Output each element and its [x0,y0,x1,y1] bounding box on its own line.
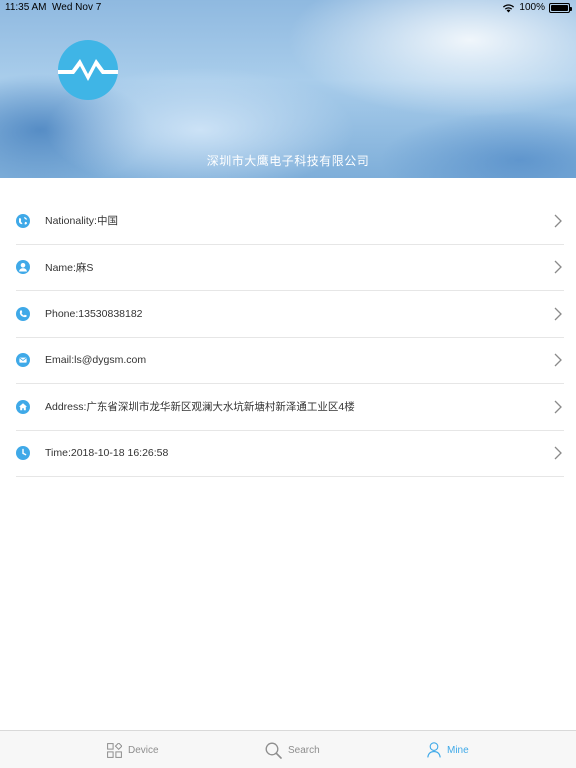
chevron-right-icon [554,446,562,460]
search-icon [265,742,282,759]
company-logo [58,40,118,100]
tab-bar: Device Search Mine [0,730,576,768]
name-label: Name:麻S [45,261,94,274]
list-item-name[interactable]: Name:麻S [16,245,564,291]
tab-mine-label: Mine [447,744,469,756]
wifi-icon [503,3,515,12]
chevron-right-icon [554,307,562,321]
address-label: Address:广东省深圳市龙华新区观澜大水坑新塘村新泽通工业区4楼 [45,401,355,414]
globe-icon [16,213,30,228]
chevron-right-icon [554,260,562,274]
status-bar: 11:35 AM Wed Nov 7 100% [0,0,576,16]
company-name: 深圳市大鹰电子科技有限公司 [206,154,370,168]
screen: 11:35 AM Wed Nov 7 100% 深圳市大鹰电子科技有限公司 Na… [0,0,576,768]
clock-icon [16,446,30,461]
battery-icon [549,2,572,13]
home-icon [16,399,30,414]
profile-header: 11:35 AM Wed Nov 7 100% 深圳市大鹰电子科技有限公司 [0,0,576,178]
email-label: Email:ls@dygsm.com [45,354,147,367]
tab-search-label: Search [288,744,320,756]
list-item-phone[interactable]: Phone:13530838182 [16,291,564,338]
status-right: 100% [502,2,572,13]
chevron-right-icon [554,214,562,228]
list-item-email[interactable]: Email:ls@dygsm.com [16,338,564,384]
list-item-address[interactable]: Address:广东省深圳市龙华新区观澜大水坑新塘村新泽通工业区4楼 [16,384,564,431]
chevron-right-icon [554,400,562,414]
person-outline-icon [427,742,441,758]
status-time: 11:35 AM [5,2,47,13]
profile-info-list: Nationality:中国 Name:麻S Phone:13530838182 [0,198,576,477]
chevron-right-icon [554,353,562,367]
tab-device-label: Device [128,744,159,756]
time-label: Time:2018-10-18 16:26:58 [45,447,169,460]
person-icon [16,260,30,275]
device-grid-icon [107,742,122,758]
phone-label: Phone:13530838182 [45,307,143,320]
mail-icon [16,353,30,368]
tab-search[interactable]: Search [265,740,320,760]
tab-mine[interactable]: Mine [427,740,469,760]
phone-icon [16,306,30,321]
list-item-time[interactable]: Time:2018-10-18 16:26:58 [16,431,564,477]
battery-percent: 100% [519,2,545,13]
nationality-label: Nationality:中国 [45,215,118,228]
list-item-nationality[interactable]: Nationality:中国 [16,198,564,245]
tab-device[interactable]: Device [107,740,159,760]
status-date: Wed Nov 7 [52,2,102,13]
